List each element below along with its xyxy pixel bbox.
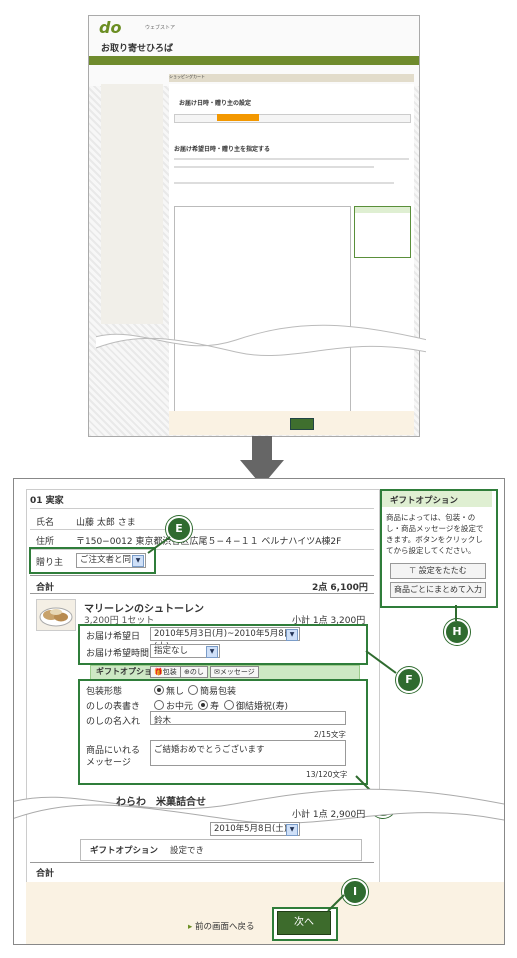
chevron-down-icon: ▼ (286, 629, 298, 641)
message-count: 13/120文字 (306, 770, 348, 779)
footer-bar (26, 882, 504, 944)
bulk-input-button[interactable]: 商品ごとにまとめて入力 (390, 582, 486, 598)
noshi-name-input[interactable]: 鈴木 (150, 711, 346, 726)
gift-panel-title: ギフトオプション (390, 496, 459, 506)
callout-e-line (147, 536, 171, 554)
gift-panel-description: 商品によっては、包装・のし・商品メッセージを設定できます。ボタンをクリックしてか… (386, 513, 484, 555)
message-textarea[interactable]: ご結婚おめでとうございます (150, 740, 346, 766)
thumb-sub-heading: お届け希望日時・贈り主を指定する (174, 146, 271, 153)
product2-date-value: 2010年5月8日(土) (214, 824, 288, 834)
total-label: 合計 (36, 583, 55, 593)
sender-select-value: ご注文者と同じ (80, 555, 140, 565)
address-title: 01 実家 (30, 496, 64, 506)
caret-right-icon: ▸ (188, 922, 193, 932)
sender-label: 贈り主 (36, 558, 64, 568)
thumb-line (174, 158, 409, 160)
time-select-value: 指定なし (154, 646, 189, 656)
thumb-steps (174, 114, 411, 123)
thumb-sidebar (101, 84, 163, 324)
callout-i-line (327, 894, 345, 912)
chevron-down-icon: ▼ (206, 646, 218, 658)
date-select[interactable]: 2010年5月3日(月)~2010年5月8日(土) ▼ (150, 627, 300, 652)
total2-label: 合計 (36, 869, 55, 879)
thumb-nav-bar (89, 56, 419, 65)
thumb-gift-box (354, 206, 411, 258)
gift-option-2-tail: 設定でき (170, 846, 205, 856)
product2-date-select[interactable]: 2010年5月8日(土) ▼ (210, 822, 300, 836)
preview-thumbnail: do ウェブストア お取り寄せひろば ショッピングカート お届け日時・贈り主の設… (88, 15, 420, 437)
wrap-toggle-button[interactable]: 🎁包装 (150, 666, 181, 678)
callout-h: H (444, 619, 470, 645)
noshi-toggle-button[interactable]: ⊕のし (180, 666, 208, 678)
callout-f-line (365, 650, 397, 674)
callout-h-line (455, 605, 457, 621)
noshi-name-count: 2/15文字 (314, 730, 346, 739)
gift-icon: 🎁 (154, 668, 163, 676)
message-label-2: メッセージ (86, 758, 131, 768)
date-label: お届け希望日 (86, 632, 141, 642)
name-label: 氏名 (36, 518, 55, 528)
order-detail-panel: 01 実家 氏名 山藤 太郎 さま 住所 〒150−0012 東京都渋谷区広尾５… (13, 478, 505, 945)
wave-cut (96, 324, 426, 356)
product2-name: わらわ 米菓詰合せ (116, 797, 206, 808)
collapse-settings-button[interactable]: ⊤ 設定をたたむ (390, 563, 486, 579)
thumb-line (174, 166, 374, 168)
collapse-icon: ⊤ (409, 566, 417, 575)
thumb-line (174, 182, 394, 184)
address-value: 〒150−0012 東京都渋谷区広尾５−４−１１ ベルナハイツA棟2F (76, 537, 342, 547)
thumb-order-panel (174, 206, 351, 418)
store-name: ウェブストア (145, 25, 176, 31)
time-select[interactable]: 指定なし ▼ (150, 644, 220, 658)
thumb-section-title: お届け日時・贈り主の設定 (179, 100, 252, 107)
chevron-down-icon: ▼ (132, 555, 144, 567)
address-label: 住所 (36, 537, 55, 547)
back-link[interactable]: ▸ 前の画面へ戻る (188, 920, 255, 932)
time-label: お届け希望時間 (86, 649, 150, 659)
next-button[interactable]: 次へ (277, 911, 331, 935)
name-value: 山藤 太郎 さま (76, 518, 136, 528)
gift-option-2-label: ギフトオプション (90, 846, 159, 856)
thumb-step-active (217, 114, 259, 121)
noshi-name-label: のしの名入れ (86, 717, 141, 727)
product-image (36, 599, 76, 631)
wrap-radio-none[interactable]: 無し (154, 684, 184, 697)
message-toggle-button[interactable]: ✉メッセージ (210, 666, 259, 678)
wrap-label: 包装形態 (86, 687, 123, 697)
total-value: 2点 6,100円 (312, 583, 368, 593)
thumb-cart-label: ショッピングカート (169, 74, 414, 82)
thumb-next-button (290, 418, 314, 430)
wrap-radio-simple[interactable]: 簡易包装 (188, 684, 236, 697)
site-title: お取り寄せひろば (101, 44, 174, 54)
chevron-down-icon: ▼ (286, 824, 298, 836)
noshi-label: のしの表書き (86, 702, 141, 712)
site-logo: do (99, 18, 122, 37)
sender-select[interactable]: ご注文者と同じ ▼ (76, 553, 146, 568)
product2-subtotal: 小計 1点 2,900円 (292, 810, 366, 820)
